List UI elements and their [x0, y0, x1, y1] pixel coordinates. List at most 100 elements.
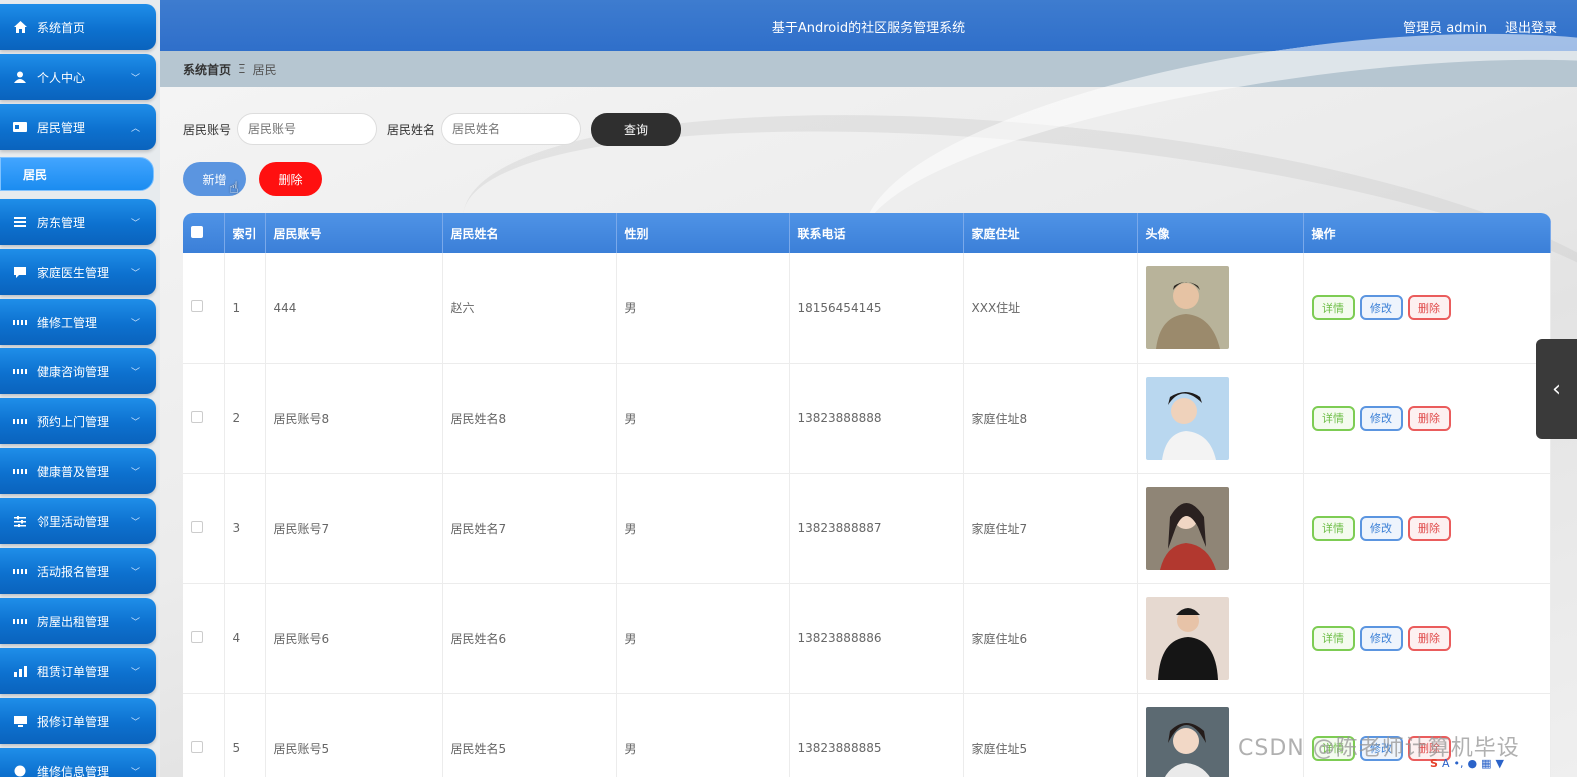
home-icon [13, 20, 27, 34]
cell-address: 家庭住址8 [963, 363, 1138, 474]
column-header: 索引 [224, 213, 266, 253]
sidebar-item-health-consult[interactable]: 健康咨询管理 ﹀ [0, 348, 156, 394]
microphone-icon: ● [1467, 757, 1478, 770]
account-label: 居民账号 [183, 122, 232, 137]
avatar [1145, 706, 1229, 777]
row-checkbox[interactable] [183, 693, 225, 777]
column-header: 居民姓名 [442, 213, 617, 253]
main-content: 居民账号 居民姓名 查询 新增 删除 索引 居民账号 居民姓名 性别 联系电话 … [160, 0, 1577, 777]
sidebar-item-label: 个人中心 [37, 70, 86, 85]
delete-button[interactable]: 删除 [1407, 405, 1451, 431]
cell-account: 居民账号8 [265, 363, 443, 474]
delete-button[interactable]: 删除 [1407, 515, 1451, 541]
grid-icon [13, 364, 27, 378]
chat-icon [13, 265, 27, 279]
sidebar-item-label: 系统首页 [37, 20, 86, 35]
cell-gender: 男 [616, 693, 790, 777]
chevron-down-icon: ﹀ [130, 367, 140, 378]
sidebar-item-home-visit[interactable]: 预约上门管理 ﹀ [0, 398, 156, 444]
cell-address: XXX住址 [963, 253, 1138, 364]
name-label: 居民姓名 [387, 122, 436, 137]
sidebar-item-event-signup[interactable]: 活动报名管理 ﹀ [0, 548, 156, 594]
edit-button[interactable]: 修改 [1359, 405, 1403, 431]
cell-address: 家庭住址6 [963, 583, 1138, 694]
cell-gender: 男 [616, 363, 790, 474]
cell-name: 居民姓名7 [442, 473, 617, 584]
detail-button[interactable]: 详情 [1311, 295, 1355, 321]
cell-account: 444 [265, 253, 443, 364]
chevron-left-icon: ‹ [1552, 376, 1561, 402]
sidebar-item-house-rental[interactable]: 房屋出租管理 ﹀ [0, 598, 156, 644]
sogou-icon: S [1430, 757, 1438, 770]
sidebar-item-neighborhood-events[interactable]: 邻里活动管理 ﹀ [0, 498, 156, 544]
sidebar-item-health-education[interactable]: 健康普及管理 ﹀ [0, 448, 156, 494]
search-bar: 居民账号 居民姓名 [183, 113, 582, 145]
cell-phone: 13823888888 [789, 363, 964, 474]
account-search-input[interactable] [237, 113, 378, 145]
app-title: 基于Android的社区服务管理系统 [771, 21, 966, 36]
column-header: 操作 [1303, 213, 1551, 253]
monitor-icon [13, 714, 27, 728]
sidebar-item-label: 预约上门管理 [37, 414, 110, 429]
column-header: 联系电话 [789, 213, 964, 253]
user-icon [13, 70, 27, 84]
table-row: 2 居民账号8 居民姓名8 男 13823888888 家庭住址8 详情 修改 删除 [183, 363, 1551, 474]
sidebar-item-profile[interactable]: 个人中心 ﹀ [0, 54, 156, 100]
detail-button[interactable]: 详情 [1311, 405, 1355, 431]
grid-icon [13, 414, 27, 428]
breadcrumb-home[interactable]: 系统首页 [183, 61, 231, 78]
sidebar-item-label: 房屋出租管理 [37, 614, 110, 629]
cell-phone: 18156454145 [789, 253, 964, 364]
card-icon [13, 120, 27, 134]
cell-avatar [1137, 253, 1304, 364]
delete-button[interactable]: 删除 [1407, 625, 1451, 651]
row-checkbox[interactable] [183, 473, 225, 584]
cell-index: 4 [224, 583, 266, 694]
sidebar-item-label: 居民管理 [37, 120, 86, 135]
sidebar-item-lease-orders[interactable]: 租赁订单管理 ﹀ [0, 648, 156, 694]
sidebar-item-home[interactable]: 系统首页 [0, 4, 156, 50]
row-checkbox[interactable] [183, 363, 225, 474]
sidebar-item-landlords[interactable]: 房东管理 ﹀ [0, 199, 156, 245]
sidebar-item-label: 维修信息管理 [37, 764, 110, 777]
cell-address: 家庭住址7 [963, 473, 1138, 584]
sidebar-item-residents[interactable]: 居民管理 ︿ [0, 104, 156, 150]
sidebar-item-repair-orders[interactable]: 报修订单管理 ﹀ [0, 698, 156, 744]
query-button[interactable]: 查询 [591, 113, 681, 146]
edit-button[interactable]: 修改 [1359, 295, 1403, 321]
cell-actions: 详情 修改 删除 [1303, 363, 1551, 474]
chevron-down-icon: ﹀ [130, 73, 140, 84]
row-checkbox[interactable] [183, 253, 225, 364]
cell-phone: 13823888886 [789, 583, 964, 694]
edit-button[interactable]: 修改 [1359, 515, 1403, 541]
sidebar-item-repair-info[interactable]: 维修信息管理 ﹀ [0, 748, 156, 777]
sliders-icon [13, 514, 27, 528]
edit-button[interactable]: 修改 [1359, 625, 1403, 651]
residents-table: 索引 居民账号 居民姓名 性别 联系电话 家庭住址 头像 操作 1 444 赵六… [183, 213, 1551, 777]
cell-account: 居民账号6 [265, 583, 443, 694]
sidebar-subitem-residents[interactable]: 居民 [0, 157, 154, 191]
cell-account: 居民账号5 [265, 693, 443, 777]
circle-icon [13, 764, 27, 777]
chevron-down-icon: ﹀ [130, 717, 140, 728]
skin-icon: ▼ [1495, 757, 1504, 770]
ime-toolbar: S A •, ● ▦ ▼ [1430, 757, 1504, 770]
name-search-input[interactable] [441, 113, 582, 145]
delete-button[interactable]: 删除 [1407, 295, 1451, 321]
breadcrumb-separator: Ξ [238, 62, 246, 76]
avatar [1145, 596, 1229, 680]
detail-button[interactable]: 详情 [1311, 625, 1355, 651]
cell-index: 2 [224, 363, 266, 474]
collapse-panel-button[interactable]: ‹ [1536, 339, 1577, 439]
cell-avatar [1137, 583, 1304, 694]
detail-button[interactable]: 详情 [1311, 515, 1355, 541]
grid-icon [13, 614, 27, 628]
avatar [1145, 376, 1229, 460]
select-all-checkbox[interactable] [183, 213, 225, 253]
cell-gender: 男 [616, 473, 790, 584]
sidebar-item-repairmen[interactable]: 维修工管理 ﹀ [0, 299, 156, 345]
batch-delete-button[interactable]: 删除 [259, 162, 322, 196]
column-header: 居民账号 [265, 213, 443, 253]
sidebar-item-family-doctor[interactable]: 家庭医生管理 ﹀ [0, 249, 156, 295]
row-checkbox[interactable] [183, 583, 225, 694]
